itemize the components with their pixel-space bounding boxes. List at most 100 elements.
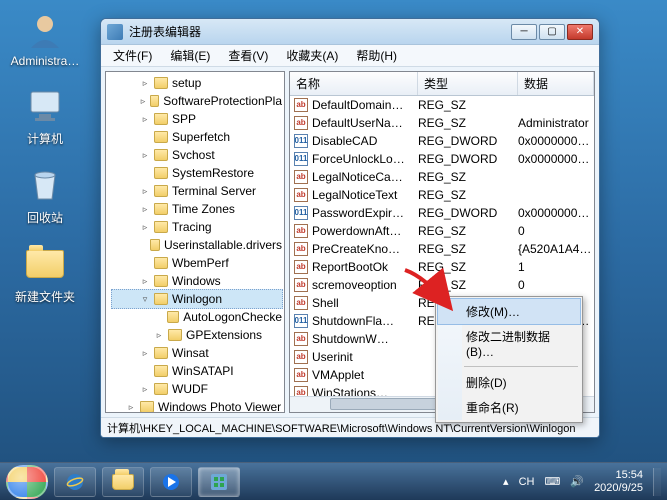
tree-item[interactable]: ▹Tracing bbox=[112, 218, 282, 236]
table-row[interactable]: 011PasswordExpir…REG_DWORD0x00000005 (5) bbox=[290, 204, 594, 222]
taskbar-mediaplayer[interactable] bbox=[150, 467, 192, 497]
expander-icon[interactable]: ▿ bbox=[140, 294, 150, 304]
tree-item[interactable]: ▹Svchost bbox=[112, 146, 282, 164]
minimize-button[interactable]: ─ bbox=[511, 24, 537, 40]
table-row[interactable]: abPowerdownAft…REG_SZ0 bbox=[290, 222, 594, 240]
tree-item[interactable]: ▹setup bbox=[112, 74, 282, 92]
tree-item[interactable]: ▹Windows bbox=[112, 272, 282, 290]
menu-item[interactable]: 收藏夹(A) bbox=[278, 45, 346, 66]
expander-icon[interactable]: ▹ bbox=[140, 78, 150, 88]
tree-item[interactable]: WbemPerf bbox=[112, 254, 282, 272]
value-data: 0x00000000 (0) bbox=[518, 150, 594, 168]
taskbar-explorer[interactable] bbox=[102, 467, 144, 497]
tree-item[interactable]: ▹Windows Photo Viewer bbox=[112, 398, 282, 413]
table-row[interactable]: abLegalNoticeCa…REG_SZ bbox=[290, 168, 594, 186]
maximize-button[interactable]: ▢ bbox=[539, 24, 565, 40]
volume-icon[interactable]: 🔊 bbox=[570, 475, 584, 488]
table-row[interactable]: abLegalNoticeTextREG_SZ bbox=[290, 186, 594, 204]
context-menu-item[interactable]: 删除(D) bbox=[438, 370, 580, 395]
expander-icon[interactable]: ▹ bbox=[154, 330, 164, 340]
desktop-icon-administrator[interactable]: Administra… bbox=[10, 10, 80, 68]
tree-item[interactable]: ▿Winlogon bbox=[111, 289, 283, 309]
table-row[interactable]: abscremoveoptionREG_SZ0 bbox=[290, 276, 594, 294]
tree-item[interactable]: ▹Terminal Server bbox=[112, 182, 282, 200]
table-row[interactable]: abReportBootOkREG_SZ1 bbox=[290, 258, 594, 276]
close-button[interactable]: ✕ bbox=[567, 24, 593, 40]
value-type: REG_DWORD bbox=[418, 204, 518, 222]
expander-icon[interactable]: ▹ bbox=[140, 150, 150, 160]
table-row[interactable]: 011DisableCADREG_DWORD0x00000001 (1) bbox=[290, 132, 594, 150]
menu-item[interactable]: 文件(F) bbox=[105, 45, 160, 66]
folder-icon bbox=[154, 167, 168, 179]
reg-value-icon: ab bbox=[294, 224, 308, 238]
expander-icon[interactable] bbox=[140, 240, 146, 250]
show-desktop-button[interactable] bbox=[653, 468, 661, 496]
taskbar-clock[interactable]: 15:54 2020/9/25 bbox=[594, 469, 643, 495]
keyboard-icon[interactable]: ⌨ bbox=[544, 475, 560, 488]
desktop-icon-recycle-bin[interactable]: 回收站 bbox=[10, 165, 80, 226]
value-name: DisableCAD bbox=[312, 132, 377, 150]
titlebar[interactable]: 注册表编辑器 ─ ▢ ✕ bbox=[101, 19, 599, 45]
tree-item[interactable]: ▹SoftwareProtectionPla bbox=[112, 92, 282, 110]
table-row[interactable]: abDefaultDomain…REG_SZ bbox=[290, 96, 594, 114]
system-tray[interactable]: ▴ CH ⌨ 🔊 15:54 2020/9/25 bbox=[503, 468, 661, 496]
column-name[interactable]: 名称 bbox=[290, 72, 418, 95]
tree-item[interactable]: ▹SPP bbox=[112, 110, 282, 128]
clock-date: 2020/9/25 bbox=[594, 482, 643, 495]
expander-icon[interactable] bbox=[140, 366, 150, 376]
context-menu-item[interactable]: 修改二进制数据(B)… bbox=[438, 324, 580, 363]
expander-icon[interactable] bbox=[140, 168, 150, 178]
folder-icon bbox=[150, 239, 160, 251]
desktop-icon-label: Administra… bbox=[11, 54, 80, 68]
value-name: DefaultDomain… bbox=[312, 96, 403, 114]
tree-label: SystemRestore bbox=[172, 164, 254, 182]
expander-icon[interactable]: ▹ bbox=[126, 402, 136, 412]
menu-item[interactable]: 查看(V) bbox=[220, 45, 276, 66]
menu-item[interactable]: 编辑(E) bbox=[162, 45, 218, 66]
tree-item[interactable]: AutoLogonChecke bbox=[112, 308, 282, 326]
tree-item[interactable]: ▹Winsat bbox=[112, 344, 282, 362]
tree-item[interactable]: ▹Time Zones bbox=[112, 200, 282, 218]
expander-icon[interactable]: ▹ bbox=[140, 186, 150, 196]
expander-icon[interactable]: ▹ bbox=[140, 384, 150, 394]
table-row[interactable]: 011ForceUnlockLo…REG_DWORD0x00000000 (0) bbox=[290, 150, 594, 168]
taskbar-ie[interactable] bbox=[54, 467, 96, 497]
tray-arrow-icon[interactable]: ▴ bbox=[503, 475, 509, 488]
desktop-icon-new-folder[interactable]: 新建文件夹 bbox=[10, 244, 80, 305]
tree-item[interactable]: WinSATAPI bbox=[112, 362, 282, 380]
tree-item[interactable]: ▹WUDF bbox=[112, 380, 282, 398]
table-row[interactable]: abDefaultUserNa…REG_SZAdministrator bbox=[290, 114, 594, 132]
tree-item[interactable]: ▹GPExtensions bbox=[112, 326, 282, 344]
column-type[interactable]: 类型 bbox=[418, 72, 518, 95]
expander-icon[interactable] bbox=[140, 132, 150, 142]
tree-item[interactable]: Userinstallable.drivers bbox=[112, 236, 282, 254]
context-menu-item[interactable]: 修改(M)… bbox=[437, 298, 581, 325]
tree-item[interactable]: SystemRestore bbox=[112, 164, 282, 182]
table-row[interactable]: abPreCreateKno…REG_SZ{A520A1A4-1780 bbox=[290, 240, 594, 258]
start-button[interactable] bbox=[6, 465, 48, 499]
context-menu-item[interactable]: 重命名(R) bbox=[438, 395, 580, 420]
context-menu[interactable]: 修改(M)…修改二进制数据(B)… 删除(D)重命名(R) bbox=[435, 296, 583, 423]
expander-icon[interactable]: ▹ bbox=[140, 276, 150, 286]
recycle-bin-icon bbox=[25, 165, 65, 205]
expander-icon[interactable]: ▹ bbox=[140, 96, 146, 106]
taskbar-regedit[interactable] bbox=[198, 467, 240, 497]
tree-item[interactable]: Superfetch bbox=[112, 128, 282, 146]
value-name: VMApplet bbox=[312, 366, 364, 384]
expander-icon[interactable] bbox=[154, 312, 163, 322]
tree-pane[interactable]: ▹setup▹SoftwareProtectionPla▹SPPSuperfet… bbox=[105, 71, 285, 413]
column-data[interactable]: 数据 bbox=[518, 72, 594, 95]
expander-icon[interactable] bbox=[140, 258, 150, 268]
tray-lang[interactable]: CH bbox=[519, 476, 535, 488]
value-name: PreCreateKno… bbox=[312, 240, 400, 258]
reg-value-icon: 011 bbox=[294, 152, 308, 166]
desktop-icon-computer[interactable]: 计算机 bbox=[10, 86, 80, 147]
menubar: 文件(F)编辑(E)查看(V)收藏夹(A)帮助(H) bbox=[101, 45, 599, 67]
folder-icon bbox=[150, 95, 159, 107]
expander-icon[interactable]: ▹ bbox=[140, 114, 150, 124]
expander-icon[interactable]: ▹ bbox=[140, 348, 150, 358]
expander-icon[interactable]: ▹ bbox=[140, 204, 150, 214]
menu-item[interactable]: 帮助(H) bbox=[348, 45, 405, 66]
folder-icon bbox=[168, 329, 182, 341]
expander-icon[interactable]: ▹ bbox=[140, 222, 150, 232]
